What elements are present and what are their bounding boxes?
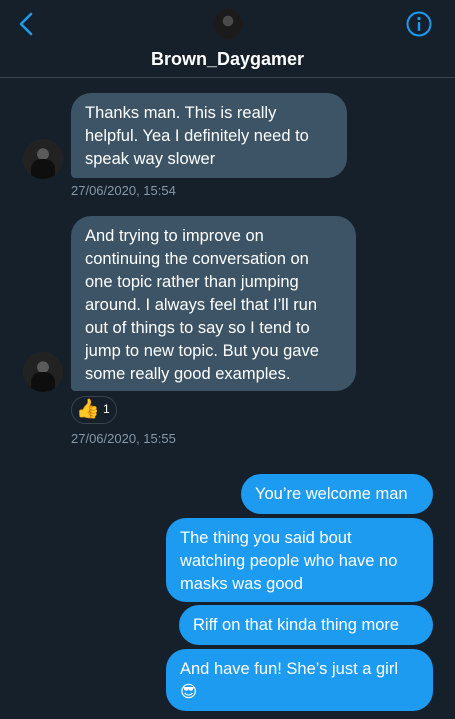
sender-avatar[interactable] [23,139,63,179]
incoming-message[interactable]: And trying to improve on continuing the … [71,216,356,391]
incoming-message[interactable]: Thanks man. This is really helpful. Yea … [71,93,347,178]
reaction-count: 1 [103,402,110,416]
thumbs-up-icon: 👍 [76,399,100,420]
message-timestamp: 27/06/2020, 15:54 [71,183,176,198]
outgoing-message[interactable]: The thing you said bout watching people … [166,518,433,602]
reaction-badge[interactable]: 👍 1 [71,396,117,424]
info-button[interactable] [405,10,433,38]
message-timestamp: 27/06/2020, 15:55 [71,431,176,446]
outgoing-message[interactable]: You’re welcome man [241,474,433,514]
contact-name[interactable]: Brown_Daygamer [0,49,455,70]
conversation-header: Brown_Daygamer [0,0,455,78]
chevron-left-icon [19,12,33,36]
contact-avatar[interactable] [213,9,243,39]
back-button[interactable] [14,10,40,38]
outgoing-message[interactable]: And have fun! She’s just a girl 😎 [166,649,433,711]
sender-avatar[interactable] [23,352,63,392]
info-icon [406,11,432,37]
outgoing-message[interactable]: Riff on that kinda thing more [179,605,433,645]
